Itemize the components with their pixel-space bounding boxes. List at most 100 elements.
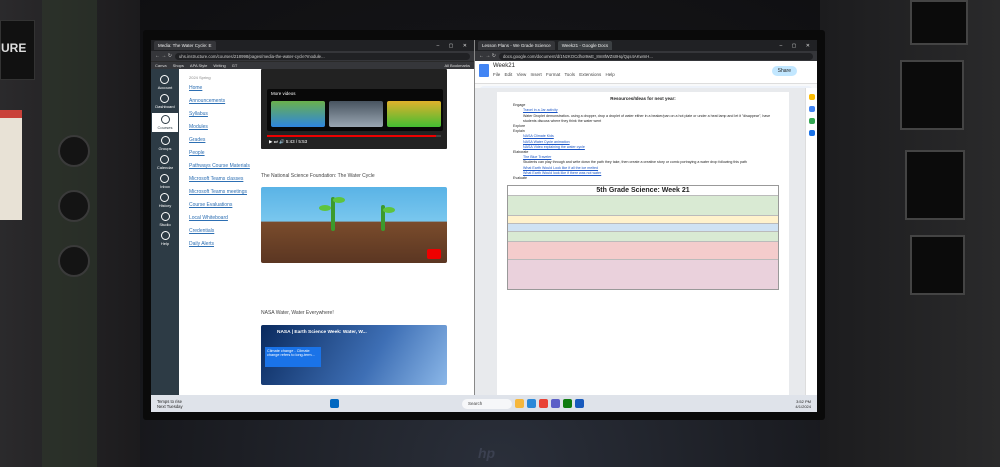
taskbar-search[interactable]: Search	[462, 398, 512, 409]
tasks-icon[interactable]	[809, 106, 815, 112]
maps-icon[interactable]	[809, 118, 815, 124]
course-link[interactable]: Home	[189, 85, 257, 91]
tab-bar: Lesson Plans - We Grade Science Week21 -…	[475, 40, 817, 51]
window-controls[interactable]: – ▢ ✕	[780, 43, 817, 49]
bookmark[interactable]: GT	[232, 63, 238, 68]
plant-leaf	[319, 205, 331, 211]
weather-widget[interactable]: Temps to rise Next Tuesday	[157, 399, 227, 409]
standards-row	[508, 215, 778, 224]
contacts-icon[interactable]	[809, 130, 815, 136]
bookmark[interactable]: Shops	[173, 63, 184, 68]
docs-browser-window: Lesson Plans - We Grade Science Week21 -…	[475, 40, 817, 395]
wall-frame	[900, 60, 964, 130]
clock-date: 4/1/2024	[795, 403, 811, 409]
course-link[interactable]: Syllabus	[189, 111, 257, 117]
wall-frame	[910, 0, 968, 45]
doc-title[interactable]: Week21	[493, 63, 515, 69]
play-icon[interactable]	[427, 249, 441, 259]
bullet-item: Engage Travel in a Jar activity Water Drop…	[507, 103, 779, 124]
menu-item[interactable]: View	[517, 72, 527, 77]
nav-calendar[interactable]: Calendar	[157, 155, 173, 170]
docs-logo-icon[interactable]	[479, 64, 489, 77]
bookmark[interactable]: APA Style	[190, 63, 208, 68]
more-videos-title: More videos	[271, 91, 296, 96]
video-progress[interactable]	[267, 135, 441, 137]
menu-item[interactable]: Extensions	[579, 72, 601, 77]
document-page[interactable]: Resources/Ideas for next year: Engage Tra…	[497, 92, 789, 395]
standards-row	[508, 195, 778, 216]
nav-arrows-icon[interactable]: ← → ↻	[155, 53, 172, 59]
video-player-1[interactable]: More videos ▶ ⏭ 🔊 5:43 / 5:53	[261, 69, 447, 149]
menu-item[interactable]: Edit	[505, 72, 513, 77]
edge-icon[interactable]	[527, 399, 536, 408]
course-link[interactable]: People	[189, 150, 257, 156]
file-explorer-icon[interactable]	[515, 399, 524, 408]
video-player-2[interactable]	[261, 187, 447, 263]
course-link[interactable]: Course Evaluations	[189, 202, 257, 208]
bookmark[interactable]: All Bookmarks	[444, 63, 474, 68]
tab-docs[interactable]: Week21 - Google Docs	[557, 41, 613, 50]
tab-canvas[interactable]: Media: The Water Cycle: E	[154, 41, 216, 50]
nav-label: Account	[157, 85, 173, 90]
video-thumbnail[interactable]	[329, 101, 383, 127]
video-thumbnail[interactable]	[387, 101, 441, 127]
course-nav: 2024 Spring Home Announcements Syllabus …	[179, 69, 257, 395]
window-controls[interactable]: – ▢ ✕	[437, 43, 474, 49]
course-link[interactable]: Microsoft Teams classes	[189, 176, 257, 182]
menu-item[interactable]: Insert	[531, 72, 542, 77]
nav-arrows-icon[interactable]: ← → ↻	[479, 53, 496, 59]
course-link[interactable]: Microsoft Teams meetings	[189, 189, 257, 195]
url-field[interactable]: uhs.instructure.com/courses/218998/pages…	[174, 52, 470, 60]
nav-help[interactable]: Help	[160, 231, 170, 246]
video-controls[interactable]: ▶ ⏭ 🔊 5:43 / 5:53	[269, 139, 307, 145]
menu-item[interactable]: File	[493, 72, 500, 77]
menu-item[interactable]: Format	[546, 72, 560, 77]
tab-lesson-plans[interactable]: Lesson Plans - We Grade Science	[478, 41, 555, 50]
nav-account[interactable]: Account	[158, 75, 172, 90]
address-bar: ← → ↻ docs.google.com/document/d/1NzKOCd…	[475, 51, 817, 61]
standards-row	[508, 223, 778, 232]
word-icon[interactable]	[575, 399, 584, 408]
menu-item[interactable]: Tools	[564, 72, 575, 77]
course-link[interactable]: Local Whiteboard	[189, 215, 257, 221]
menu-item[interactable]: Help	[606, 72, 615, 77]
nav-label: Dashboard	[155, 104, 175, 109]
course-link[interactable]: Pathways Course Materials	[189, 163, 257, 169]
start-icon[interactable]	[330, 399, 339, 408]
teams-icon[interactable]	[551, 399, 560, 408]
course-link[interactable]: Modules	[189, 124, 257, 130]
dashboard-icon	[160, 94, 170, 103]
wall-frame	[910, 235, 965, 295]
docs-menu: File Edit View Insert Format Tools Exten…	[493, 72, 615, 77]
canvas-body: Account Dashboard Courses Groups Calenda…	[151, 69, 474, 395]
video-thumbnail[interactable]	[271, 101, 325, 127]
help-icon	[160, 231, 170, 240]
address-bar: ← → ↻ uhs.instructure.com/courses/218998…	[151, 51, 474, 61]
docs-header: Week21 File Edit View Insert Format Tool…	[475, 61, 817, 84]
video-3-title: NASA | Earth Science Week: Water, W...	[277, 330, 367, 335]
groups-icon	[160, 136, 170, 145]
clock[interactable]: 3:52 PM 4/1/2024	[795, 399, 811, 409]
bookmark[interactable]: Writing	[213, 63, 225, 68]
nav-courses[interactable]: Courses	[152, 113, 178, 132]
nav-groups[interactable]: Groups	[158, 136, 172, 151]
chrome-icon[interactable]	[539, 399, 548, 408]
url-field[interactable]: docs.google.com/document/d/1NzKOCdhoI9wE…	[498, 52, 813, 60]
studio-icon	[160, 212, 170, 221]
course-link[interactable]: Grades	[189, 137, 257, 143]
taskbar: Temps to rise Next Tuesday Search 3:52 P…	[151, 395, 817, 412]
course-link[interactable]: Announcements	[189, 98, 257, 104]
keep-icon[interactable]	[809, 94, 815, 100]
nav-studio[interactable]: Studio	[159, 212, 171, 227]
courses-icon	[160, 115, 170, 124]
nav-dashboard[interactable]: Dashboard	[155, 94, 175, 109]
video-2-title: The National Science Foundation: The Wat…	[261, 173, 375, 179]
share-button[interactable]: Share	[771, 66, 797, 76]
nav-inbox[interactable]: Inbox	[160, 174, 170, 189]
video-player-3[interactable]: NASA | Earth Science Week: Water, W... C…	[261, 325, 447, 385]
course-link[interactable]: Credentials	[189, 228, 257, 234]
course-link[interactable]: Daily Alerts	[189, 241, 257, 247]
bookmark[interactable]: Canva	[155, 63, 167, 68]
excel-icon[interactable]	[563, 399, 572, 408]
nav-history[interactable]: History	[159, 193, 171, 208]
